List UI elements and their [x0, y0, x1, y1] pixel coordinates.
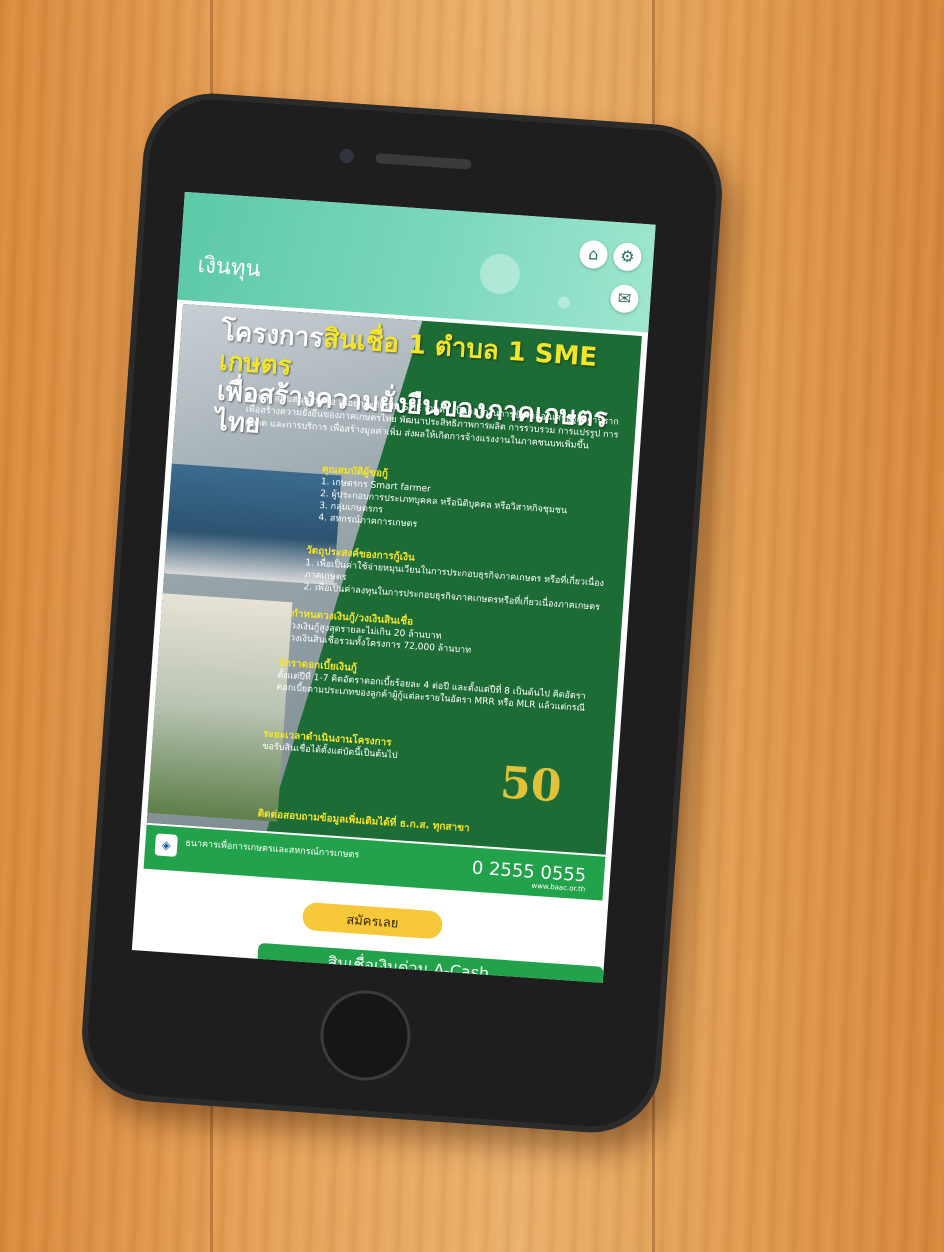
bank-logo: ◈ [154, 833, 178, 857]
earpiece-speaker [375, 153, 472, 170]
home-icon[interactable]: ⌂ [578, 239, 609, 270]
period-section: ระยะเวลาดำเนินงานโครงการ ขอรับสินเชื่อได… [262, 729, 493, 769]
gear-icon[interactable]: ⚙ [612, 241, 643, 272]
objective-section: วัตถุประสงค์ของการกู้เงิน 1. เพื่อเป็นค่… [303, 545, 616, 615]
page-title: เงินทุน [196, 252, 262, 283]
decorative-bubble [478, 252, 522, 296]
anniversary-logo: 50 [498, 757, 564, 813]
officials-photo [147, 593, 293, 822]
limit-section: กำหนดวงเงินกู้/วงเงินสินเชื่อ วงเงินกู้ส… [290, 608, 612, 666]
rate-section: อัตราดอกเบี้ยเงินกู้ ตั้งแต่ปีที่ 1-7 คิ… [276, 658, 608, 717]
front-camera [339, 148, 355, 164]
phone-screen: เงินทุน ⌂ ⚙ ✉ โครงการสินเชื่อ 1 ตำบล 1 S… [131, 191, 656, 983]
home-button[interactable] [317, 987, 414, 1084]
decorative-bubble [557, 296, 571, 309]
bank-phone: 0 2555 0555 [471, 857, 587, 887]
loan-poster: โครงการสินเชื่อ 1 ตำบล 1 SME เกษตร เพื่อ… [146, 303, 642, 855]
smartphone: เงินทุน ⌂ ⚙ ✉ โครงการสินเชื่อ 1 ตำบล 1 S… [77, 89, 727, 1137]
apply-button[interactable]: สมัครเลย [301, 901, 444, 940]
next-loan-card[interactable]: สินเชื่อเงินด่วน A-Cash [256, 942, 604, 983]
qualification-section: คุณสมบัติผู้ขอกู้ 1. เกษตรกร Smart farme… [318, 464, 621, 545]
contact-text: ติดต่อสอบถามข้อมูลเพิ่มเติมได้ที่ ธ.ก.ส.… [257, 808, 470, 835]
chat-icon[interactable]: ✉ [609, 283, 640, 314]
bank-name: ธนาคารเพื่อการเกษตรและสหกรณ์การเกษตร [185, 838, 360, 861]
